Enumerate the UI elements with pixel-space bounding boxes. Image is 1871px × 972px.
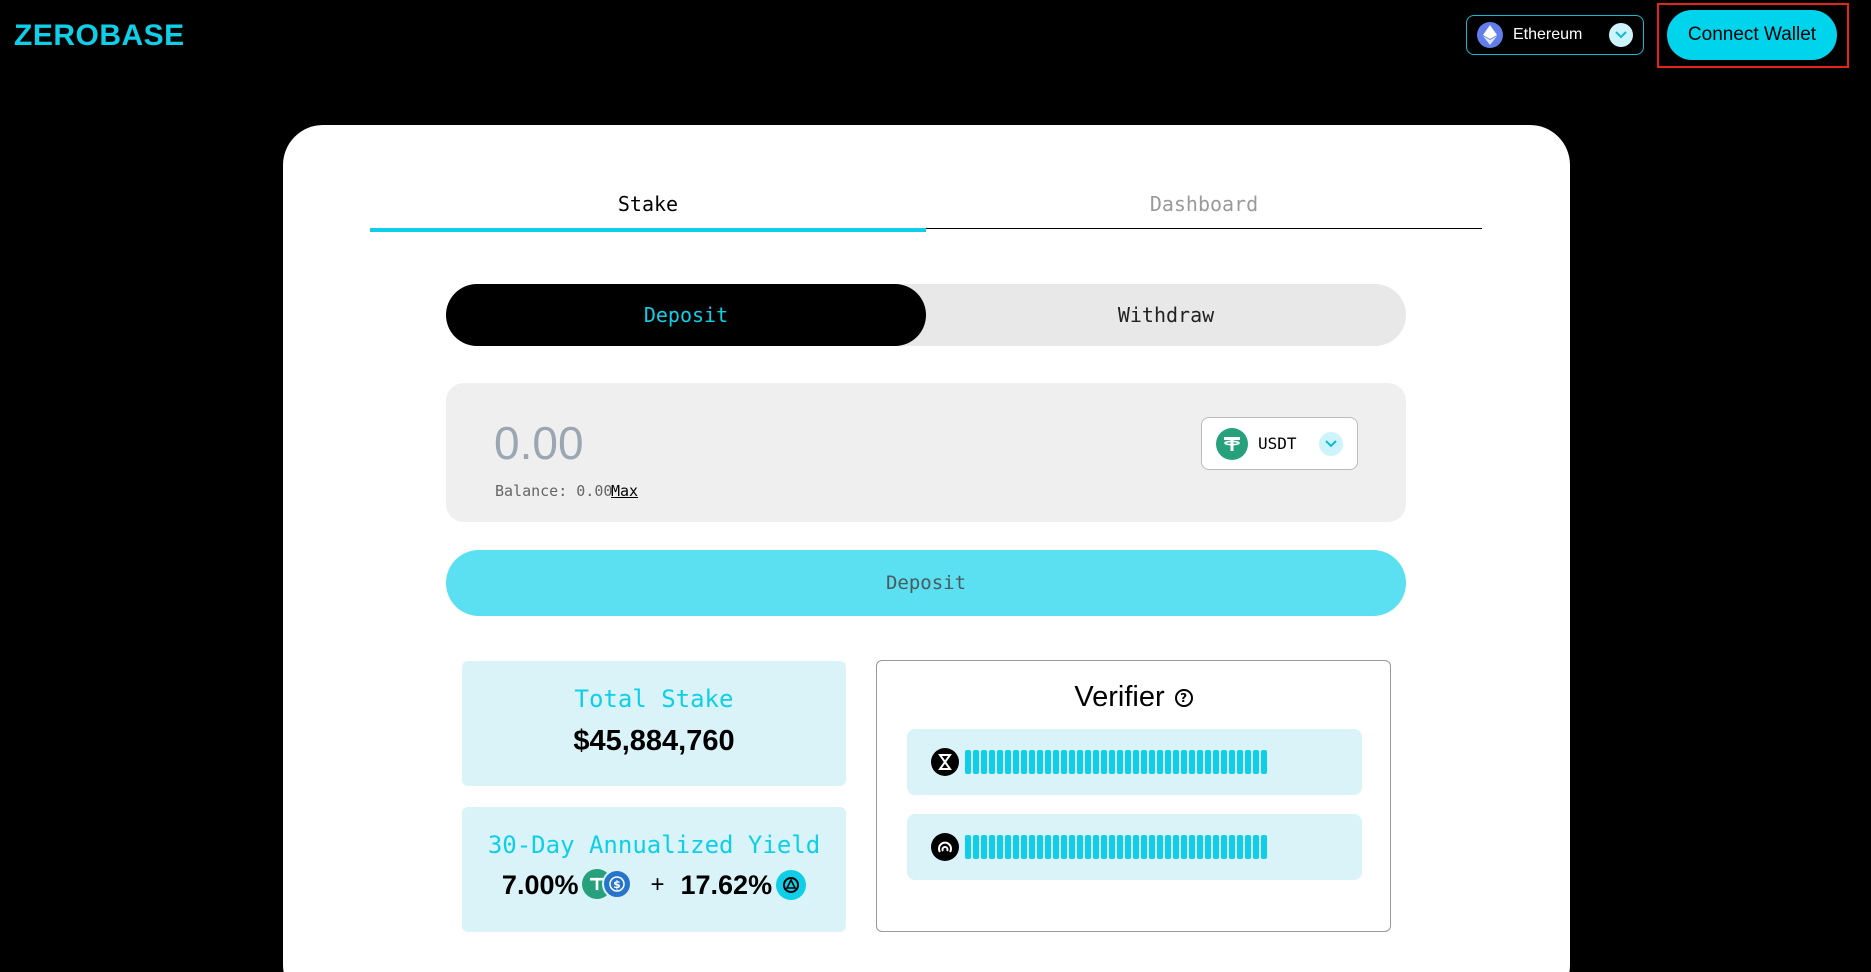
deposit-withdraw-toggle: Deposit Withdraw [446,284,1406,346]
connect-wallet-button[interactable]: Connect Wallet [1667,10,1837,60]
tab-stake[interactable]: Stake [370,180,926,232]
zerobase-token-icon [776,870,807,900]
yield-card: 30-Day Annualized Yield 7.00% $ + 17.62% [462,807,846,932]
verifier-panel: Verifier ? [876,660,1391,932]
usdt-icon [1216,427,1248,460]
deposit-button[interactable]: Deposit [446,550,1406,616]
balance-text: Balance: 0.00 [495,482,613,500]
verifier-title: Verifier [1074,681,1165,713]
verifier-progress-bars [965,750,1267,774]
svg-text:$: $ [614,878,622,891]
logo-text: ZEROBASE [14,19,185,52]
network-label: Ethereum [1513,26,1583,43]
deposit-toggle-button[interactable]: Deposit [446,284,926,346]
yield-plus: + [650,871,665,898]
chevron-down-icon [1609,23,1633,47]
base-yield-value: 7.00% [501,869,579,900]
main-tabs: Stake Dashboard [370,180,1483,232]
stablecoin-pair-icon: $ [582,869,634,901]
bonus-yield-value: 17.62% [680,869,773,900]
yield-title: 30-Day Annualized Yield [487,831,821,859]
amount-input[interactable] [494,413,1094,473]
verifier-hourglass-icon [931,748,959,776]
yield-row: 7.00% $ + 17.62% [501,869,807,901]
total-stake-title: Total Stake [574,685,734,713]
zerobase-logo[interactable]: ZEROBASE [14,17,185,55]
token-symbol: USDT [1258,434,1297,453]
tab-dashboard[interactable]: Dashboard [926,180,1482,229]
verifier-heading: Verifier ? [877,681,1390,714]
verifier-row [907,814,1362,880]
total-stake-card: Total Stake $45,884,760 [462,661,846,786]
network-selector[interactable]: Ethereum [1466,15,1644,55]
verifier-row [907,729,1362,795]
verifier-swirl-icon [931,833,959,861]
chevron-down-icon [1319,431,1343,456]
question-circle-icon[interactable]: ? [1174,688,1193,707]
ethereum-icon [1477,22,1503,48]
amount-panel: Balance: 0.00 Max USDT [446,383,1406,522]
max-button[interactable]: Max [611,482,638,500]
verifier-progress-bars [965,835,1267,859]
token-selector[interactable]: USDT [1201,417,1358,470]
total-stake-value: $45,884,760 [573,725,735,757]
withdraw-toggle-button[interactable]: Withdraw [926,284,1406,346]
usdc-icon: $ [602,869,633,899]
